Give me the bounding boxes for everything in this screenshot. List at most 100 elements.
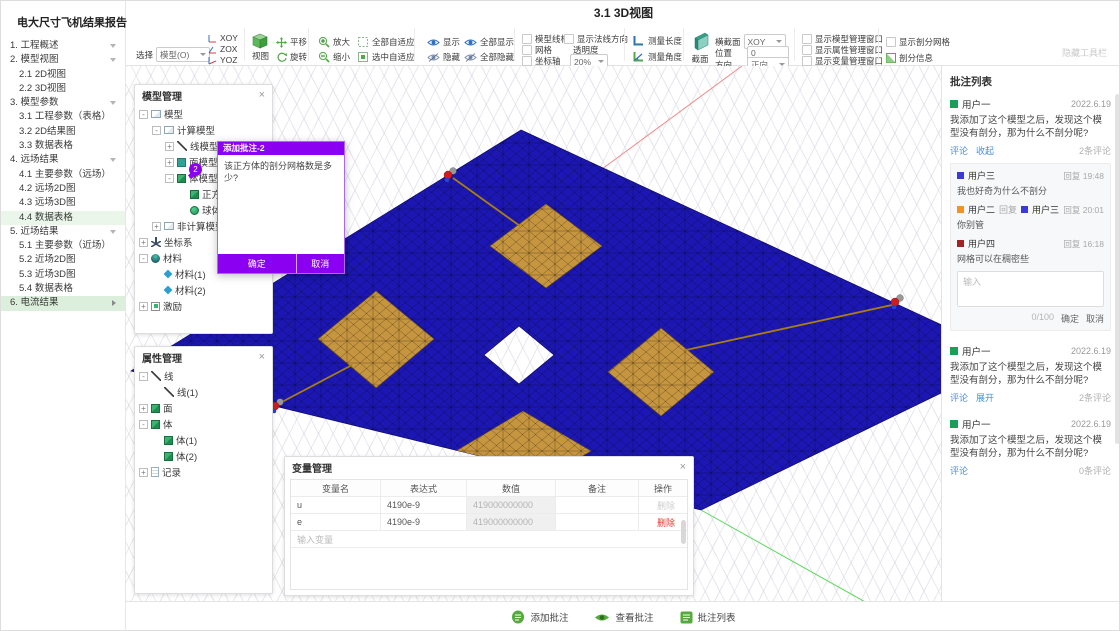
reply-input[interactable]: 输入 xyxy=(957,271,1104,307)
tree-toggle[interactable]: - xyxy=(152,126,161,135)
measure-length-button[interactable]: 测量长度 xyxy=(632,35,682,47)
cube-icon xyxy=(190,190,199,199)
sidebar-item-data-table-2[interactable]: 4.4 数据表格 xyxy=(1,211,125,225)
sidebar-item-3d-view[interactable]: 2.2 3D视图 xyxy=(1,82,125,96)
tree-toggle[interactable]: + xyxy=(139,302,148,311)
section-button[interactable]: 截面 xyxy=(691,32,709,65)
sidebar-item-farfield-3d[interactable]: 4.3 远场3D图 xyxy=(1,196,125,210)
tree-toggle[interactable]: + xyxy=(165,142,174,151)
view-yoz-button[interactable]: YOZ xyxy=(208,55,237,65)
expand-link[interactable]: 展开 xyxy=(976,391,994,404)
sidebar-item-2d-view[interactable]: 2.1 2D视图 xyxy=(1,68,125,82)
close-icon[interactable]: × xyxy=(259,89,265,101)
sidebar-item-nearfield-3d[interactable]: 5.3 近场3D图 xyxy=(1,268,125,282)
show-all-button[interactable]: 全部显示 xyxy=(464,36,514,48)
annotation-list-button[interactable]: 批注列表 xyxy=(680,610,736,624)
zoom-out-button[interactable]: 缩小 xyxy=(318,51,350,63)
tree-item-record[interactable]: +记录 xyxy=(139,464,268,480)
close-icon[interactable]: × xyxy=(680,461,686,473)
sidebar-item-nearfield[interactable]: 5. 近场结果 xyxy=(1,225,125,239)
pan-button[interactable]: 平移 xyxy=(276,36,307,48)
reply-link[interactable]: 评论 xyxy=(950,464,968,477)
tree-item-solid-2[interactable]: 体(2) xyxy=(139,448,268,464)
scrollbar-thumb[interactable] xyxy=(1115,94,1120,444)
tree-toggle[interactable]: - xyxy=(139,372,148,381)
tree-item-solids[interactable]: -体 xyxy=(139,416,268,432)
comment-count: 2条评论 xyxy=(1079,144,1111,157)
tree-item-solid-1[interactable]: 体(1) xyxy=(139,432,268,448)
view-zox-button[interactable]: ZOX xyxy=(208,44,237,54)
tree-toggle[interactable]: + xyxy=(139,238,148,247)
tree-item-model[interactable]: -模型 xyxy=(139,106,268,122)
collapse-link[interactable]: 收起 xyxy=(976,144,994,157)
show-button[interactable]: 显示 xyxy=(427,36,460,48)
reply-link[interactable]: 回复 xyxy=(1063,205,1080,215)
tree-item-excitation[interactable]: +激励 xyxy=(139,298,268,314)
confirm-button[interactable]: 确定 xyxy=(218,254,297,273)
delete-button[interactable]: 删除 xyxy=(639,497,687,513)
sidebar-item-nearfield-2d[interactable]: 5.2 近场2D图 xyxy=(1,253,125,267)
tree-toggle[interactable]: + xyxy=(139,404,148,413)
tree-item-lines[interactable]: -线 xyxy=(139,368,268,384)
tree-item-line-1[interactable]: 线(1) xyxy=(139,384,268,400)
add-annotation-button[interactable]: 添加批注 xyxy=(511,610,568,624)
eye-slash-icon xyxy=(427,53,440,62)
tree-toggle[interactable]: - xyxy=(139,254,148,263)
reply-link[interactable]: 回复 xyxy=(1063,171,1080,181)
cancel-button[interactable]: 取消 xyxy=(297,254,345,273)
measure-angle-button[interactable]: 测量角度 xyxy=(632,51,682,63)
sidebar-item-model-params[interactable]: 3. 模型参数 xyxy=(1,96,125,110)
fit-selected-button[interactable]: 选中自适应 xyxy=(357,51,415,63)
surface-icon xyxy=(177,158,186,167)
delete-button[interactable]: 删除 xyxy=(639,514,687,530)
reply-link[interactable]: 评论 xyxy=(950,144,968,157)
fit-all-button[interactable]: 全部自适应 xyxy=(357,36,415,48)
mesh-info-button[interactable]: 剖分信息 xyxy=(886,52,933,64)
sidebar-item-data-table-1[interactable]: 3.3 数据表格 xyxy=(1,139,125,153)
view-xoy-button[interactable]: XOY xyxy=(208,33,238,43)
reply-link[interactable]: 评论 xyxy=(950,391,968,404)
sidebar-item-project-params[interactable]: 3.1 工程参数（表格） xyxy=(1,110,125,124)
rotate-button[interactable]: 旋转 xyxy=(276,51,307,63)
tree-toggle[interactable]: - xyxy=(165,174,174,183)
tree-toggle[interactable]: - xyxy=(139,110,148,119)
sidebar-item-model-views[interactable]: 2. 模型视图 xyxy=(1,53,125,67)
sidebar-item-farfield-params[interactable]: 4.1 主要参数（远场） xyxy=(1,168,125,182)
sidebar-item-2d-result[interactable]: 3.2 2D结果图 xyxy=(1,125,125,139)
close-icon[interactable]: × xyxy=(259,351,265,363)
variable-input-row[interactable]: 输入变量 xyxy=(291,531,687,548)
tree-item-faces[interactable]: +面 xyxy=(139,400,268,416)
sidebar-item-data-table-3[interactable]: 5.4 数据表格 xyxy=(1,282,125,296)
table-row[interactable]: e 4190e-9 419000000000 删除 xyxy=(291,514,687,531)
sidebar-item-current-results[interactable]: 6. 电流结果 xyxy=(1,296,125,310)
view-cube-button[interactable]: 视图 xyxy=(252,33,269,62)
sidebar-item-overview[interactable]: 1. 工程概述 xyxy=(1,39,125,53)
tree-toggle[interactable]: + xyxy=(139,468,148,477)
tree-item-material-2[interactable]: 材料(2) xyxy=(139,282,268,298)
cancel-button[interactable]: 取消 xyxy=(1086,312,1104,325)
view-annotation-button[interactable]: 查看批注 xyxy=(594,610,653,624)
dialog-body-text[interactable]: 该正方体的剖分网格数是多少? xyxy=(218,155,344,254)
sidebar-item-farfield[interactable]: 4. 远场结果 xyxy=(1,153,125,167)
sidebar-item-farfield-2d[interactable]: 4.2 远场2D图 xyxy=(1,182,125,196)
mesh-grid-checkbox[interactable]: 显示剖分网格 xyxy=(886,36,950,48)
scrollbar-thumb[interactable] xyxy=(681,520,686,544)
model-select-dropdown[interactable]: 模型(O) xyxy=(156,47,210,62)
x-axis-line xyxy=(583,66,742,183)
hide-toolbar-link[interactable]: 隐藏工具栏 xyxy=(1062,46,1107,59)
comment-count: 2条评论 xyxy=(1079,391,1111,404)
table-row[interactable]: u 4190e-9 419000000000 删除 xyxy=(291,497,687,514)
confirm-button[interactable]: 确定 xyxy=(1061,312,1079,325)
tree-item-calc-model[interactable]: -计算模型 xyxy=(139,122,268,138)
tree-toggle[interactable]: + xyxy=(152,222,161,231)
tree-toggle[interactable]: - xyxy=(139,420,148,429)
hide-all-button[interactable]: 全部隐藏 xyxy=(464,51,514,63)
hide-button[interactable]: 隐藏 xyxy=(427,51,460,63)
line-icon xyxy=(177,141,187,151)
tree-toggle[interactable]: + xyxy=(165,158,174,167)
reply-link[interactable]: 回复 xyxy=(1063,239,1080,249)
zoom-in-button[interactable]: 放大 xyxy=(318,36,350,48)
checkbox-icon xyxy=(522,34,532,44)
annotation-pin-badge[interactable]: 2 xyxy=(189,163,202,176)
sidebar-item-nearfield-params[interactable]: 5.1 主要参数（近场） xyxy=(1,239,125,253)
